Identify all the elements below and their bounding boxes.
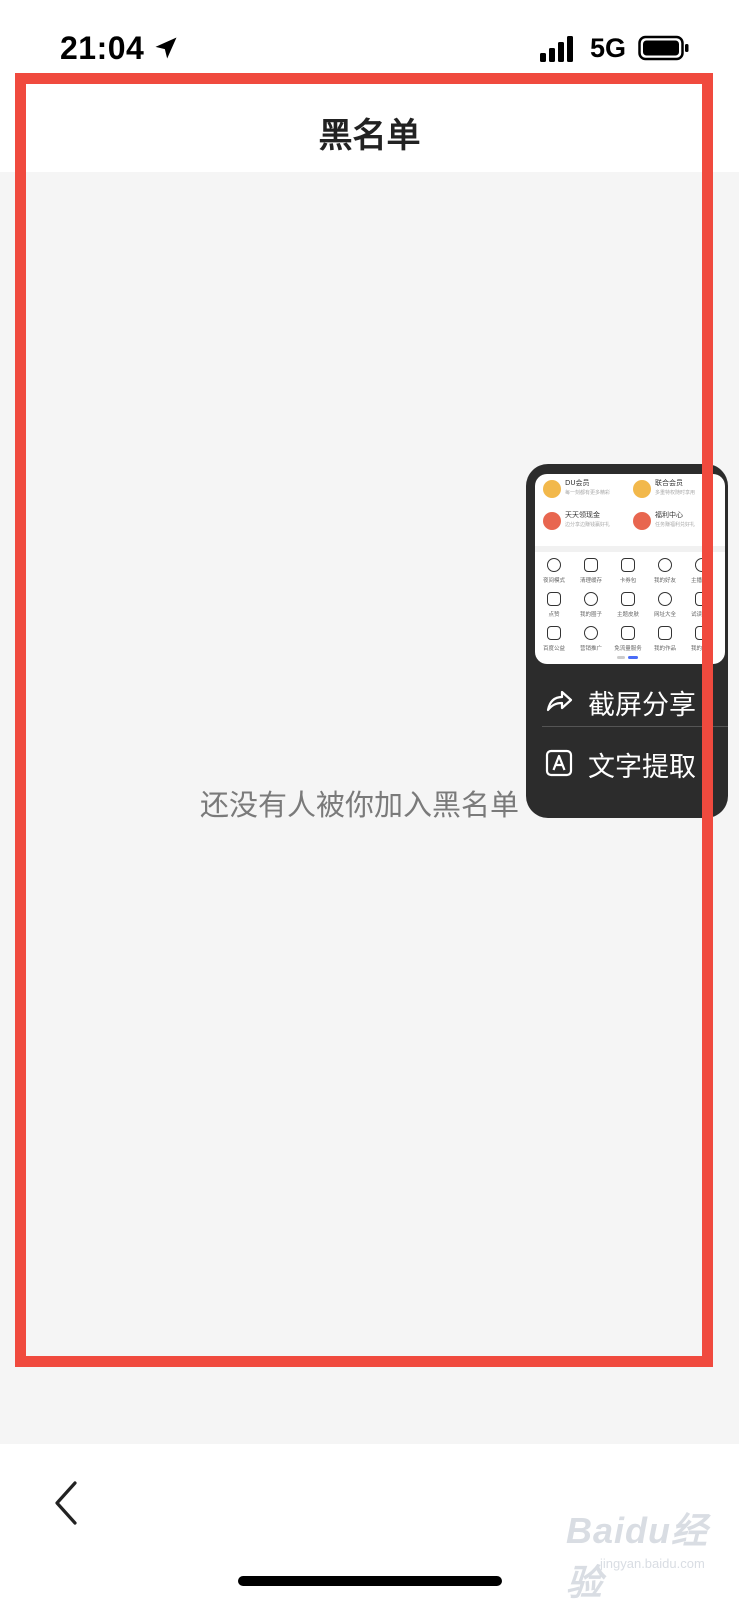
share-screenshot-label: 截屏分享 [588, 690, 696, 721]
text-extract-button[interactable]: 文字提取 [526, 732, 728, 794]
shirt-icon [621, 592, 635, 606]
text-extract-icon [545, 749, 573, 777]
thumbnail-card: 天天领现金 边分享边赚钱赢好礼 [539, 508, 625, 536]
baidu-watermark-url: jingyan.baidu.com [600, 1556, 705, 1571]
thumbnail-grid-item: 我的书架 [684, 624, 720, 658]
broom-icon [584, 558, 598, 572]
heart-icon [547, 626, 561, 640]
book-icon [695, 592, 709, 606]
status-time: 21:04 [60, 30, 145, 66]
thumbnail-card: DU会员 每一刻都有更多精彩 [539, 476, 625, 504]
share-arrow-icon [546, 690, 573, 712]
thumbnail-card-subtitle: 多重特权随时享用 [655, 490, 696, 496]
thumbnail-card: 联合会员 多重特权随时享用 [629, 476, 715, 504]
page-title: 黑名单 [318, 116, 421, 156]
network-type: 5G [590, 33, 627, 63]
location-arrow-icon [155, 37, 177, 59]
grid-label: 我的好友 [653, 578, 676, 584]
thumbnail-card-title: 天天领现金 [565, 511, 600, 519]
battery-icon [638, 35, 689, 61]
grid-label: 主题皮肤 [616, 612, 639, 618]
thumbnail-grid-item: 我的好友 [647, 556, 683, 590]
grid-label: 我的圈子 [579, 612, 602, 618]
thumbnail-grid-item: 营销推广 [573, 624, 609, 658]
thumbnail-card: 福利中心 任务赚福利兑好礼 [629, 508, 715, 536]
popup-divider [542, 726, 728, 727]
user-icon [695, 558, 709, 572]
thumbnail-grid-item: 我的圈子 [573, 590, 609, 624]
thumbnail-card-row: DU会员 每一刻都有更多精彩 联合会员 多重特权随时享用 [535, 476, 725, 504]
thumbnail-card-subtitle: 每一刻都有更多精彩 [565, 490, 611, 496]
moon-icon [547, 558, 561, 572]
empty-state-message: 还没有人被你加入黑名单 [200, 788, 520, 822]
thumbs-up-icon [547, 592, 561, 606]
grid-label: 点赞 [548, 612, 560, 618]
thumbnail-card-subtitle: 边分享边赚钱赢好礼 [565, 522, 611, 528]
thumbnail-grid-item: 主播中心 [684, 556, 720, 590]
crown-icon [543, 480, 561, 498]
thumbnail-grid-item: 夜间模式 [536, 556, 572, 590]
thumbnail-grid-item: 免流量服务 [610, 624, 646, 658]
thumbnail-grid-item: 百度公益 [536, 624, 572, 658]
thumbnail-card-title: 联合会员 [655, 479, 683, 487]
grid-label: 营销推广 [579, 646, 602, 652]
page-dots [617, 656, 641, 660]
chevron-left-icon [55, 1481, 77, 1525]
home-indicator[interactable] [238, 1576, 502, 1586]
status-bar: 21:04 5G [0, 0, 739, 84]
thumbnail-grid-item: 点赞 [536, 590, 572, 624]
baidu-watermark: Baidu经验 [566, 1510, 709, 1600]
cash-icon [543, 512, 561, 530]
image-icon [658, 626, 672, 640]
data-icon [621, 626, 635, 640]
share-screenshot-button[interactable]: 截屏分享 [526, 670, 728, 732]
friends-icon [658, 558, 672, 572]
thumbnail-grid-item: 我的作品 [647, 624, 683, 658]
badge-icon [633, 480, 651, 498]
grid-label: 我的作品 [653, 646, 676, 652]
thumbnail-card-title: 福利中心 [655, 511, 683, 519]
thumbnail-card-title: DU会员 [565, 479, 590, 487]
circle-icon [584, 592, 598, 606]
nav-header: 黑名单 [0, 84, 739, 172]
grid-label: 卡券包 [619, 578, 637, 584]
thumbnail-grid-item: 清理缓存 [573, 556, 609, 590]
thumbnail-grid-item: 网址大全 [647, 590, 683, 624]
grid-label: 百度公益 [542, 646, 565, 652]
thumbnail-card-row: 天天领现金 边分享边赚钱赢好礼 福利中心 任务赚福利兑好礼 [535, 508, 725, 536]
shelf-icon [695, 626, 709, 640]
globe-icon [658, 592, 672, 606]
page-dot [617, 656, 625, 659]
signal-bars-icon [540, 36, 573, 62]
grid-label: 我的书架 [690, 646, 713, 652]
grid-label: 主播中心 [690, 578, 713, 584]
text-extract-label: 文字提取 [588, 752, 696, 783]
back-button[interactable] [40, 1468, 92, 1538]
thumbnail-grid-item: 主题皮肤 [610, 590, 646, 624]
grid-label: 夜间模式 [542, 578, 565, 584]
thumbnail-grid-item: 卡券包 [610, 556, 646, 590]
grid-label: 清理缓存 [579, 578, 602, 584]
thumbnail-card-subtitle: 任务赚福利兑好礼 [655, 522, 696, 528]
screenshot-thumbnail[interactable]: DU会员 每一刻都有更多精彩 联合会员 多重特权随时享用 天天领现金 边分享边赚… [535, 474, 725, 664]
grid-label: 试读中心 [690, 612, 713, 618]
grid-label: 网址大全 [653, 612, 676, 618]
thumbnail-grid-item: 试读中心 [684, 590, 720, 624]
bottom-toolbar: Baidu经验 jingyan.baidu.com [0, 1444, 739, 1600]
thumbnail-separator [535, 546, 725, 552]
page-dot-active [628, 656, 638, 659]
chart-icon [584, 626, 598, 640]
gift-icon [633, 512, 651, 530]
grid-label: 免流量服务 [614, 646, 642, 652]
ticket-icon [621, 558, 635, 572]
screenshot-popup[interactable]: DU会员 每一刻都有更多精彩 联合会员 多重特权随时享用 天天领现金 边分享边赚… [526, 464, 728, 818]
